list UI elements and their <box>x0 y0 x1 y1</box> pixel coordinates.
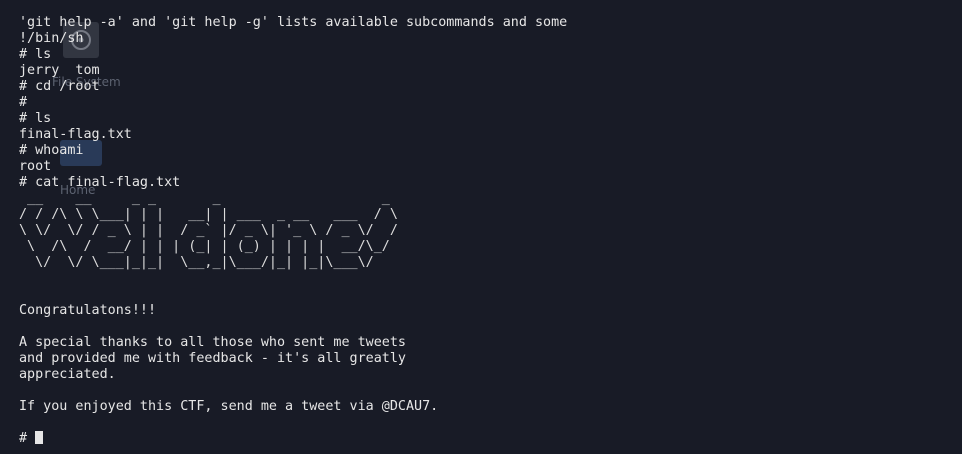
text-cursor <box>35 431 44 444</box>
message-line <box>19 271 567 287</box>
output-line: # ls <box>19 47 52 62</box>
terminal-output: 'git help -a' and 'git help -g' lists av… <box>19 15 567 447</box>
output-line: # ls <box>19 111 52 126</box>
well-done-ascii-banner: __ __ _ _ _ _ / / /\ \ \___| | | __| | _… <box>19 191 398 270</box>
output-line: jerry tom <box>19 63 100 78</box>
command-prompt-line[interactable]: # <box>19 431 567 447</box>
output-line: # <box>19 95 28 110</box>
output-line: # cat final-flag.txt <box>19 175 181 190</box>
output-line: 'git help -a' and 'git help -g' lists av… <box>19 15 568 30</box>
output-line: final-flag.txt <box>19 127 132 142</box>
message-line <box>19 383 567 399</box>
message-line: If you enjoyed this CTF, send me a tweet… <box>19 399 439 414</box>
message-line: A special thanks to all those who sent m… <box>19 335 406 350</box>
output-line: # whoami <box>19 143 84 158</box>
terminal-window[interactable]: File System Home 'git help -a' and 'git … <box>0 0 962 454</box>
output-line: # cd /root <box>19 79 100 94</box>
output-line: !/bin/sh <box>19 31 84 46</box>
message-line <box>19 415 567 431</box>
message-line <box>19 287 567 303</box>
message-line: Congratulatons!!! <box>19 303 157 318</box>
output-line: root <box>19 159 52 174</box>
message-line: and provided me with feedback - it's all… <box>19 351 406 366</box>
message-line <box>19 319 567 335</box>
message-line: appreciated. <box>19 367 116 382</box>
prompt-symbol: # <box>19 431 36 446</box>
